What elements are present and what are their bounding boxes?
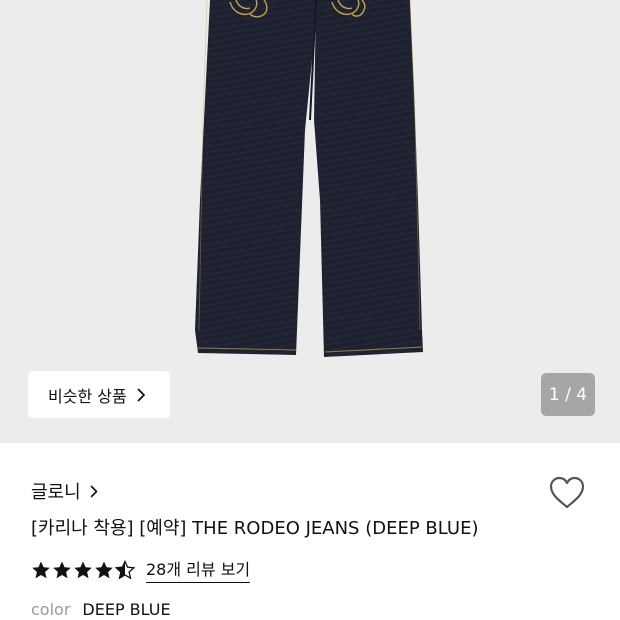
star-icon xyxy=(74,561,92,578)
review-link[interactable]: 28개 리뷰 보기 xyxy=(146,556,251,583)
brand-link[interactable]: 글로니 xyxy=(31,478,98,504)
star-icon xyxy=(53,561,71,578)
star-icon xyxy=(95,561,113,578)
star-icon xyxy=(32,561,50,578)
wishlist-heart-icon[interactable] xyxy=(548,475,586,511)
color-value: DEEP BLUE xyxy=(82,600,171,619)
product-title: [카리나 착용] [예약] THE RODEO JEANS (DEEP BLUE… xyxy=(31,518,479,539)
product-image-gallery[interactable]: 비슷한 상품 1 / 4 xyxy=(0,0,620,443)
similar-products-button[interactable]: 비슷한 상품 xyxy=(28,371,170,418)
similar-products-label: 비슷한 상품 xyxy=(48,386,127,406)
chevron-right-icon xyxy=(90,485,98,498)
rating-row: 28개 리뷰 보기 xyxy=(31,556,251,583)
color-row: color DEEP BLUE xyxy=(31,600,171,619)
chevron-right-icon xyxy=(137,388,146,402)
image-counter: 1 / 4 xyxy=(541,373,595,416)
half-star-icon xyxy=(115,559,135,580)
star-rating xyxy=(31,559,136,580)
brand-name: 글로니 xyxy=(31,482,81,503)
color-label: color xyxy=(31,600,71,619)
